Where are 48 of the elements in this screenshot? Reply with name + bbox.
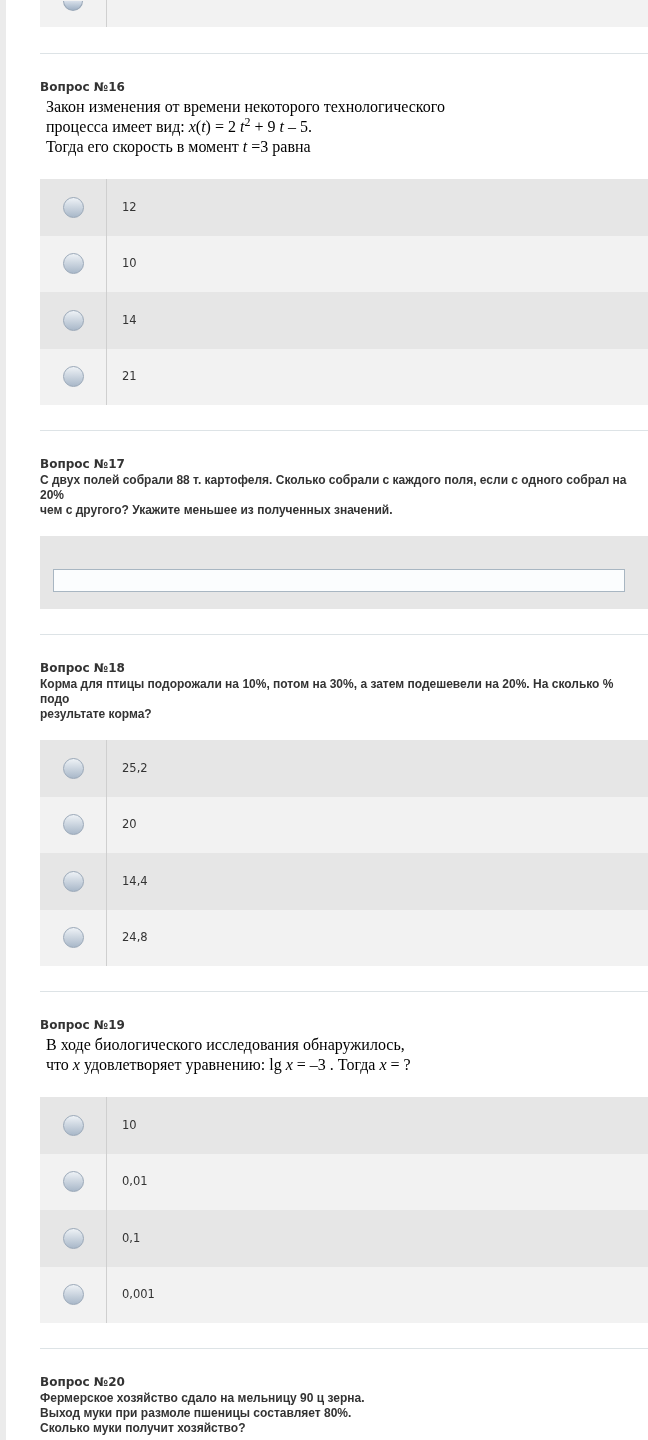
radio-button[interactable] xyxy=(62,1227,84,1249)
radio-button[interactable] xyxy=(62,1114,84,1136)
question-title: Вопрос №18 xyxy=(40,661,126,676)
answer-text: 10 xyxy=(121,255,137,273)
radio-button[interactable] xyxy=(62,196,84,218)
answer-text: 21 xyxy=(121,368,137,386)
radio-button[interactable] xyxy=(62,757,84,779)
question-text: Корма для птицы подорожали на 10%, потом на 30%, а затем подешевели на 20%. На сколько % подо результате корма? xyxy=(40,677,615,722)
answer-text: 10 xyxy=(121,1116,137,1134)
radio-button[interactable] xyxy=(62,253,84,275)
radio-button[interactable] xyxy=(62,814,84,836)
radio-button[interactable] xyxy=(62,870,84,892)
answer-row[interactable]: 25,2 xyxy=(40,740,648,797)
answer-row[interactable]: 14 xyxy=(40,292,648,349)
radio-button[interactable] xyxy=(62,1171,84,1193)
answer-text: 0,1 xyxy=(121,1229,141,1247)
radio-button[interactable] xyxy=(62,366,84,388)
answer-row[interactable]: 20 xyxy=(40,796,648,853)
radio-button[interactable] xyxy=(62,1284,84,1306)
answer-row[interactable]: 14,4 xyxy=(40,853,648,910)
answer-text: 12 xyxy=(121,198,137,216)
radio-button[interactable] xyxy=(63,1,83,11)
answer-text: 20 xyxy=(121,816,137,834)
answer-row[interactable]: 10 xyxy=(40,1097,648,1154)
question-text: Фермерское хозяйство сдало на мельницу 90 ц зерна. Выход муки при размоле пшеницы составляет 80%. Сколько муки получит хозяйство? xyxy=(40,1391,366,1436)
answer-text: 0,001 xyxy=(121,1286,155,1304)
radio-button[interactable] xyxy=(62,927,84,949)
question-text: В ходе биологического исследования обнаружилось, что x удовлетворяет уравнению: lg x = –3 . Тогда x = ? xyxy=(45,1035,412,1075)
answer-row[interactable]: 24,8 xyxy=(40,909,648,966)
question-text: С двух полей собрали 88 т. картофеля. Сколько собрали с каждого поля, если с одного собрал на 20% чем с другого? Укажите меньшее из полученных значений. xyxy=(40,473,628,518)
radio-button[interactable] xyxy=(62,309,84,331)
answer-input-field[interactable] xyxy=(53,568,625,592)
answer-row[interactable]: 12 xyxy=(40,179,648,236)
question-text: Закон изменения от времени некоторого технологического процесса имеет вид: x(t) = 2 t$^{2}$ + 9 t – 5. Тогда его скорость в момент t =3 равна xyxy=(45,97,446,157)
answer-row[interactable]: 0,01 xyxy=(40,1153,648,1210)
answer-text: 25,2 xyxy=(121,759,148,777)
question-title: Вопрос №19 xyxy=(40,1018,126,1033)
answer-text: 14 xyxy=(121,311,137,329)
answer-text: 14,4 xyxy=(121,872,148,890)
question-title: Вопрос №16 xyxy=(40,80,126,95)
question-title: Вопрос №17 xyxy=(40,457,126,472)
answer-row[interactable]: 10 xyxy=(40,235,648,292)
answer-row[interactable]: 0,1 xyxy=(40,1210,648,1267)
answer-row[interactable]: 21 xyxy=(40,348,648,405)
answer-text: 0,01 xyxy=(121,1173,148,1191)
question-title: Вопрос №20 xyxy=(40,1375,126,1390)
answer-row[interactable]: 0,001 xyxy=(40,1266,648,1323)
answer-text: 24,8 xyxy=(121,929,148,947)
